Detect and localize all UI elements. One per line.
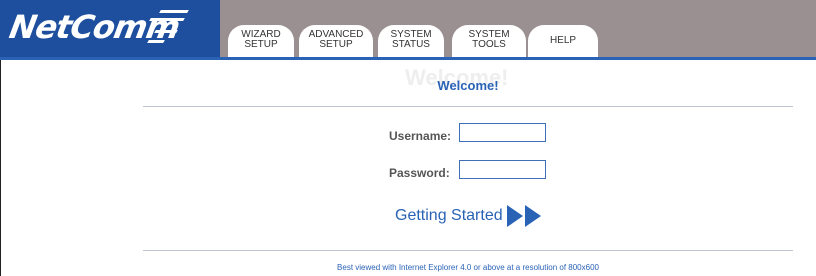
tab-wizard-setup[interactable]: WIZARD SETUP [228,25,294,57]
getting-started-label: Getting Started [395,207,503,224]
tab-help[interactable]: HELP [528,25,598,57]
username-label: Username: [389,129,452,143]
header-divider [0,57,816,60]
browser-recommendation-note: Best viewed with Internet Explorer 4.0 o… [337,263,599,272]
welcome-title: Welcome! [437,78,499,93]
tab-label: SYSTEM TOOLS [468,29,510,50]
tab-label: WIZARD SETUP [241,29,281,50]
tab-advanced-setup[interactable]: ADVANCED SETUP [299,25,373,57]
logo: NetComm [0,0,220,57]
password-label: Password: [389,166,450,180]
divider-bottom [143,250,793,251]
divider-top [143,106,793,107]
tab-label: SYSTEM STATUS [390,29,432,50]
double-right-arrow-icon [506,205,541,227]
tab-system-status[interactable]: SYSTEM STATUS [378,25,444,57]
tab-system-tools[interactable]: SYSTEM TOOLS [452,25,526,57]
username-input[interactable] [459,123,546,142]
password-input[interactable] [459,160,546,179]
tab-label: HELP [549,35,577,46]
frame-edge [0,60,1,276]
tab-label: ADVANCED SETUP [308,29,364,50]
logo-text: NetComm [6,8,183,46]
header-bar: NetComm WIZARD SETUP ADVANCED SETUP SYST… [0,0,816,60]
getting-started-button[interactable]: Getting Started [395,201,547,231]
